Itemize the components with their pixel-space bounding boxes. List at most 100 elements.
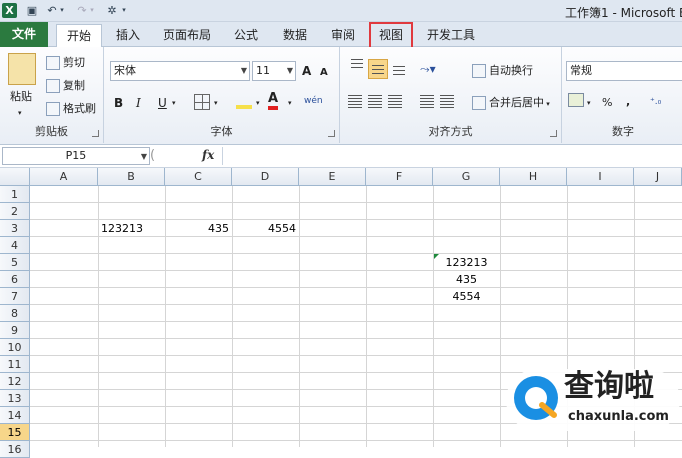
align-right-icon[interactable]	[388, 95, 402, 109]
name-box[interactable]: P15 ▼	[2, 147, 150, 165]
tab-data[interactable]: 数据	[274, 24, 316, 47]
row-header[interactable]: 9	[0, 322, 30, 339]
comma-button[interactable]: ,	[626, 94, 630, 110]
undo-dropdown-icon[interactable]: ▾	[58, 3, 66, 18]
tab-developer[interactable]: 开发工具	[420, 24, 482, 47]
row-header[interactable]: 1	[0, 186, 30, 203]
font-color-dropdown-icon[interactable]: ▾	[288, 95, 292, 111]
increase-indent-icon[interactable]	[440, 95, 454, 109]
align-bottom-icon[interactable]	[390, 59, 408, 77]
column-header[interactable]: F	[366, 168, 433, 186]
font-launcher-icon[interactable]	[328, 130, 335, 137]
tab-home[interactable]: 开始	[56, 24, 102, 47]
align-top-icon[interactable]	[348, 59, 366, 77]
phonetic-button[interactable]: wén	[304, 93, 323, 109]
cell-g6[interactable]: 435	[433, 271, 500, 288]
row-header[interactable]: 5	[0, 254, 30, 271]
clipboard-launcher-icon[interactable]	[92, 130, 99, 137]
alignment-launcher-icon[interactable]	[550, 130, 557, 137]
merge-center-label: 合并后居中	[489, 96, 544, 109]
cell-c3[interactable]: 435	[165, 220, 232, 237]
row-header[interactable]: 2	[0, 203, 30, 220]
cell-g5[interactable]: 123213	[433, 254, 500, 271]
currency-dropdown-icon[interactable]: ▾	[587, 95, 591, 111]
tab-page-layout[interactable]: 页面布局	[156, 24, 218, 47]
decrease-indent-icon[interactable]	[420, 95, 434, 109]
align-left-icon[interactable]	[348, 95, 362, 109]
column-header[interactable]: I	[567, 168, 634, 186]
column-header[interactable]: A	[30, 168, 98, 186]
row-header[interactable]: 8	[0, 305, 30, 322]
merge-center-button[interactable]: 合并后居中 ▾	[472, 95, 550, 112]
borders-icon[interactable]	[194, 94, 210, 110]
tab-review[interactable]: 审阅	[322, 24, 364, 47]
redo-dropdown-icon[interactable]: ▾	[88, 3, 96, 18]
chevron-down-icon: ▼	[286, 66, 293, 75]
insert-function-button[interactable]: fx	[202, 148, 214, 162]
underline-button[interactable]: U	[158, 95, 167, 111]
brush-icon	[46, 102, 60, 116]
column-header[interactable]: C	[165, 168, 232, 186]
paste-dropdown-icon[interactable]: ▾	[18, 105, 22, 121]
tab-formulas[interactable]: 公式	[226, 24, 266, 47]
wrap-text-button[interactable]: 自动换行	[472, 63, 533, 79]
clipboard-group-label: 剪贴板	[35, 125, 68, 138]
currency-icon[interactable]	[568, 93, 584, 107]
tab-view[interactable]: 视图	[369, 22, 413, 49]
wrap-text-label: 自动换行	[489, 64, 533, 77]
paste-icon[interactable]	[8, 53, 36, 85]
row-header[interactable]: 16	[0, 441, 30, 458]
font-name-select[interactable]: 宋体 ▼	[110, 61, 250, 81]
font-color-button[interactable]: A	[268, 91, 279, 110]
bold-button[interactable]: B	[114, 95, 123, 111]
row-header[interactable]: 4	[0, 237, 30, 254]
row-header[interactable]: 3	[0, 220, 30, 237]
font-size-value: 11	[256, 64, 270, 77]
increase-decimal-icon[interactable]: ⁺.₀	[650, 94, 661, 110]
column-header[interactable]: B	[98, 168, 165, 186]
shrink-font-button[interactable]: A	[320, 65, 328, 81]
column-header[interactable]: G	[433, 168, 500, 186]
row-header[interactable]: 6	[0, 271, 30, 288]
underline-dropdown-icon[interactable]: ▾	[172, 95, 176, 111]
tab-file[interactable]: 文件	[0, 22, 48, 47]
tools-icon[interactable]: ✲	[104, 3, 120, 18]
excel-app-icon[interactable]: X	[2, 3, 17, 18]
row-header[interactable]: 11	[0, 356, 30, 373]
orientation-icon[interactable]: ⤳▾	[420, 61, 436, 77]
percent-button[interactable]: %	[602, 95, 612, 111]
italic-button[interactable]: I	[136, 95, 141, 111]
cell-b3[interactable]: 123213	[98, 220, 165, 237]
align-center-icon[interactable]	[368, 95, 382, 109]
save-icon[interactable]: ▣	[24, 3, 40, 18]
row-header[interactable]: 10	[0, 339, 30, 356]
borders-dropdown-icon[interactable]: ▾	[214, 95, 218, 111]
column-header[interactable]: H	[500, 168, 567, 186]
cut-button[interactable]: 剪切	[46, 55, 85, 71]
cell-g7[interactable]: 4554	[433, 288, 500, 305]
format-painter-button[interactable]: 格式刷	[46, 101, 96, 117]
row-header[interactable]: 14	[0, 407, 30, 424]
select-all-corner[interactable]	[0, 168, 30, 186]
formula-input[interactable]	[222, 147, 682, 165]
row-header[interactable]: 13	[0, 390, 30, 407]
paste-button[interactable]: 粘贴	[10, 89, 32, 105]
row-header-selected[interactable]: 15	[0, 424, 30, 441]
column-header[interactable]: J	[634, 168, 682, 186]
column-header[interactable]: E	[299, 168, 366, 186]
format-painter-label: 格式刷	[63, 102, 96, 115]
qat-customize-icon[interactable]: ▾	[120, 3, 128, 18]
font-size-select[interactable]: 11 ▼	[252, 61, 296, 81]
formula-bar-expand-icon[interactable]: (	[150, 147, 198, 165]
align-middle-icon[interactable]	[368, 59, 388, 79]
row-header[interactable]: 12	[0, 373, 30, 390]
fill-color-icon[interactable]	[236, 93, 252, 109]
number-format-select[interactable]: 常规	[566, 61, 682, 81]
cell-d3[interactable]: 4554	[232, 220, 299, 237]
column-header[interactable]: D	[232, 168, 299, 186]
grow-font-button[interactable]: A	[302, 63, 311, 79]
tab-insert[interactable]: 插入	[108, 24, 148, 47]
row-header[interactable]: 7	[0, 288, 30, 305]
fill-color-dropdown-icon[interactable]: ▾	[256, 95, 260, 111]
copy-button[interactable]: 复制	[46, 78, 85, 94]
